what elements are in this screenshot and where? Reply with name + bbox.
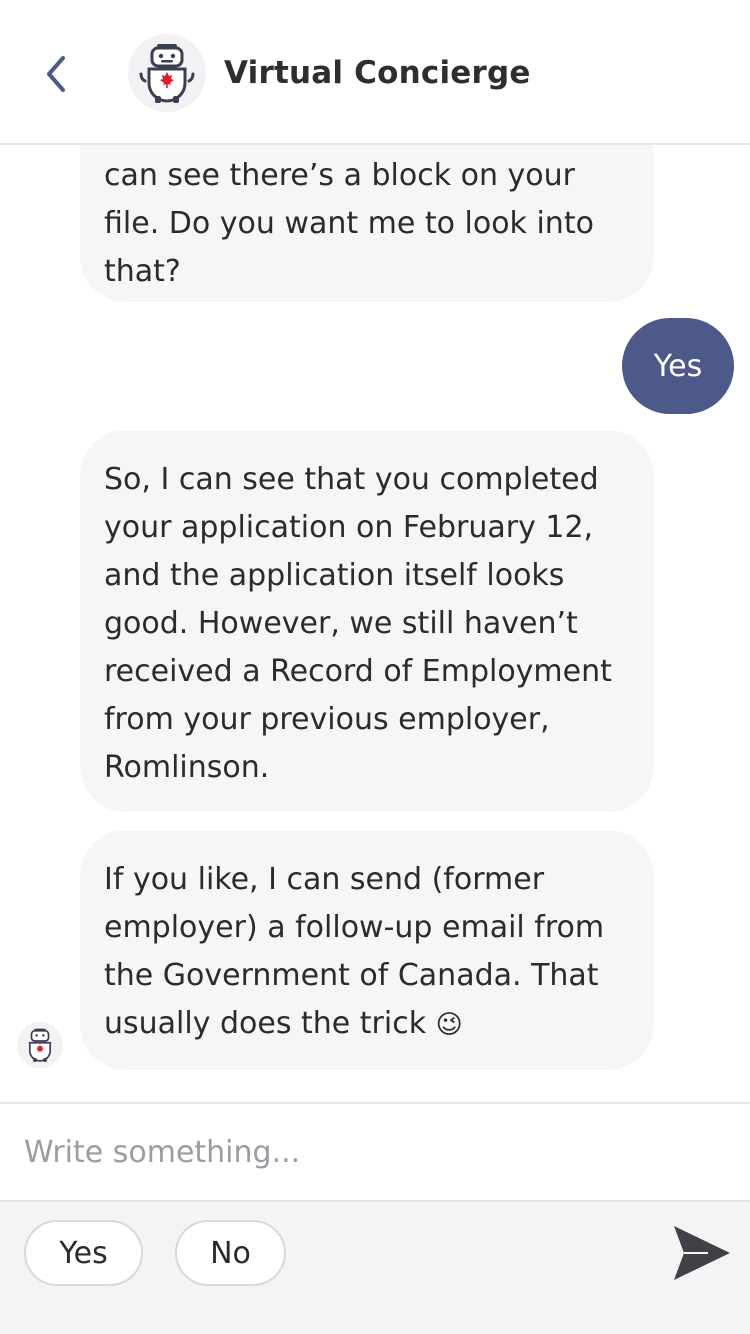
bot-avatar-small bbox=[17, 1022, 63, 1068]
message-line: good. However, we still haven’t bbox=[104, 606, 578, 641]
quick-reply-label: Yes bbox=[59, 1235, 108, 1271]
message-line: Romlinson. bbox=[104, 750, 270, 785]
quick-reply-no-button[interactable]: No bbox=[175, 1220, 286, 1286]
quick-reply-yes-button[interactable]: Yes bbox=[24, 1220, 143, 1286]
chevron-left-icon bbox=[47, 56, 65, 92]
message-line: from your previous employer, bbox=[104, 702, 550, 737]
message-line: received a Record of Employment bbox=[104, 654, 612, 689]
robot-maple-leaf-icon bbox=[139, 44, 195, 103]
message-line: employer) a follow-up email from bbox=[104, 910, 605, 945]
quick-reply-bar: Yes No bbox=[0, 1200, 750, 1334]
send-button[interactable] bbox=[668, 1220, 734, 1286]
back-button[interactable] bbox=[36, 52, 76, 96]
bot-message: can see there’s a block on your file. Do… bbox=[80, 145, 654, 302]
message-line: If you like, I can send (former bbox=[104, 862, 545, 897]
message-line: that? bbox=[104, 254, 181, 289]
message-line: and the application itself looks bbox=[104, 558, 565, 593]
chat-header: Virtual Concierge bbox=[0, 0, 750, 145]
message-list[interactable]: can see there’s a block on your file. Do… bbox=[0, 145, 750, 1102]
send-arrow-icon bbox=[674, 1226, 730, 1280]
message-line: So, I can see that you completed bbox=[104, 462, 599, 497]
composer bbox=[0, 1102, 750, 1200]
quick-reply-label: No bbox=[210, 1235, 251, 1271]
message-line: your application on February 12, bbox=[104, 510, 594, 545]
wink-emoji: 😉 bbox=[435, 1010, 463, 1040]
message-line: file. Do you want me to look into bbox=[104, 206, 594, 241]
bot-message: So, I can see that you completed your ap… bbox=[80, 430, 654, 812]
bot-avatar bbox=[128, 34, 206, 112]
message-line: can see there’s a block on your bbox=[104, 158, 575, 193]
message-text: Yes bbox=[653, 348, 703, 384]
message-line: usually does the trick 😉 bbox=[104, 1000, 630, 1049]
message-input[interactable] bbox=[24, 1122, 664, 1182]
page-title: Virtual Concierge bbox=[224, 55, 531, 91]
message-line: the Government of Canada. That bbox=[104, 958, 599, 993]
user-message: Yes bbox=[622, 318, 734, 414]
robot-maple-leaf-icon bbox=[28, 1028, 52, 1062]
bot-message: If you like, I can send (former employer… bbox=[80, 830, 654, 1070]
message-line-text: usually does the trick bbox=[104, 1006, 427, 1041]
